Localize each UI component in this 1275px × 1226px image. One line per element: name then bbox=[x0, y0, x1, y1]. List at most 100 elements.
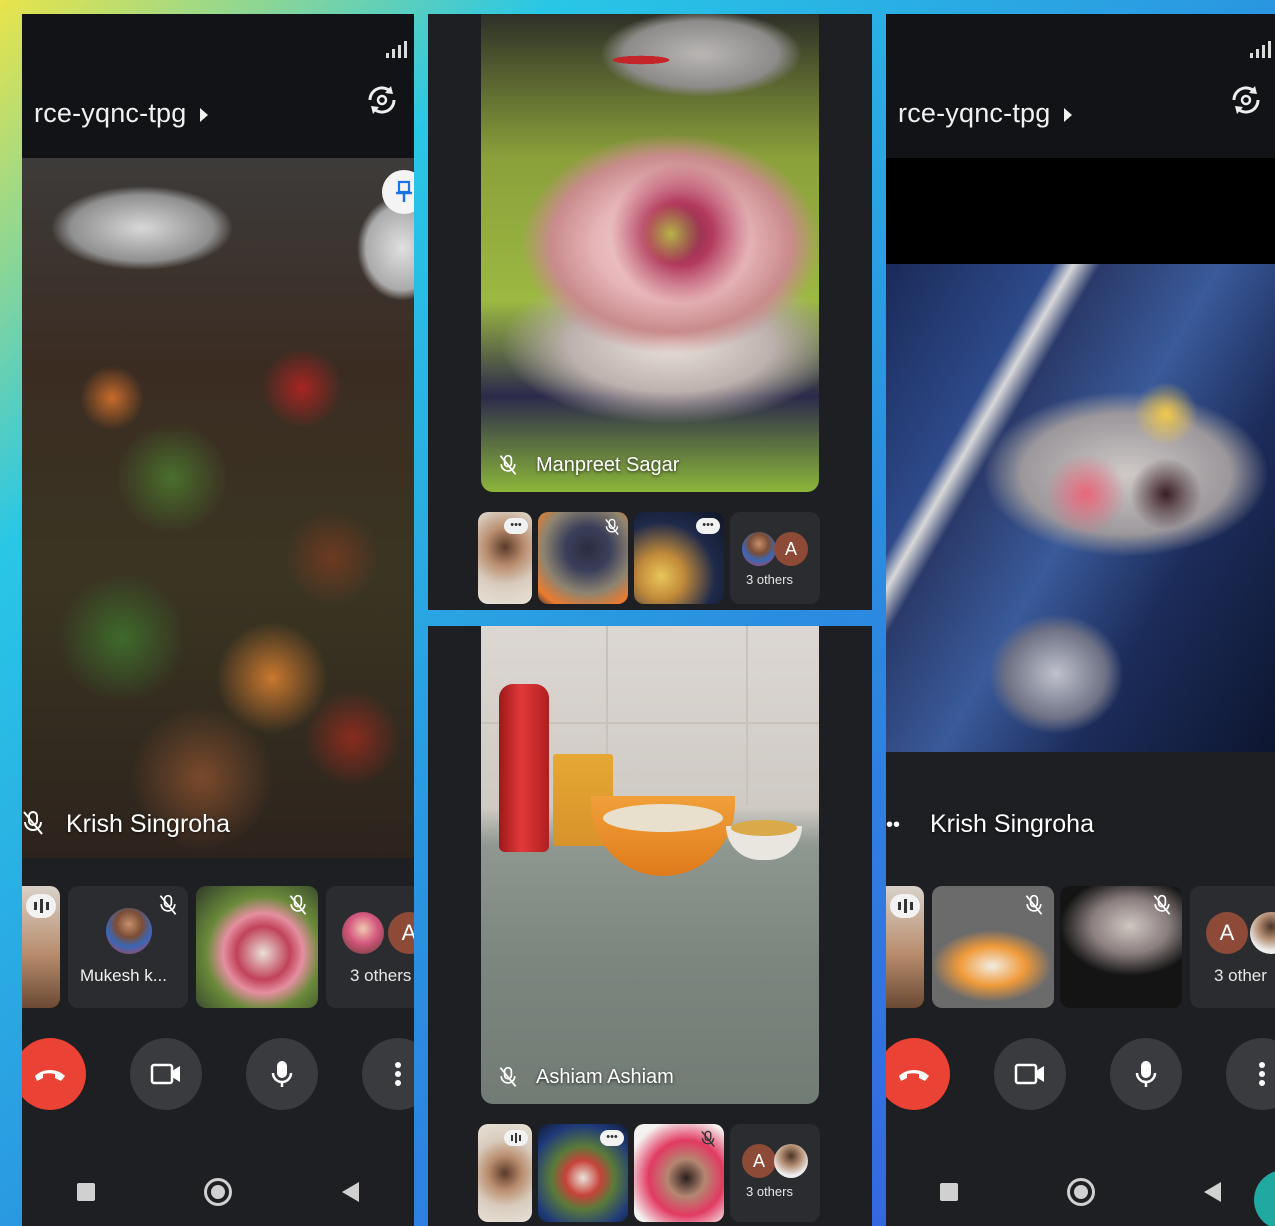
meeting-code-text: rce-yqnc-tpg bbox=[34, 98, 187, 128]
mic-off-icon bbox=[498, 1066, 518, 1093]
main-video-krish[interactable] bbox=[886, 264, 1275, 752]
others-tile[interactable]: A 3 others bbox=[326, 886, 414, 1008]
microphone-icon bbox=[1135, 1061, 1157, 1087]
mic-off-icon bbox=[700, 1130, 716, 1153]
microphone-button[interactable] bbox=[1110, 1038, 1182, 1110]
audio-level-icon bbox=[26, 894, 56, 918]
participant-name: Mukesh k... bbox=[80, 966, 167, 985]
participant-thumbnail[interactable] bbox=[22, 886, 60, 1008]
others-tile[interactable]: A 3 others bbox=[730, 512, 820, 604]
camera-button[interactable] bbox=[994, 1038, 1066, 1110]
left-top-bar: rce-yqnc-tpg bbox=[22, 14, 414, 172]
participant-thumbnail[interactable]: ••• bbox=[478, 512, 532, 604]
signal-icon bbox=[386, 40, 410, 58]
participant-thumbnail[interactable] bbox=[478, 1124, 532, 1222]
mic-off-icon bbox=[1024, 894, 1044, 921]
others-label: 3 other bbox=[1214, 966, 1267, 985]
more-dots-icon: ••• bbox=[600, 1130, 624, 1146]
meeting-code[interactable]: rce-yqnc-tpg bbox=[898, 98, 1073, 129]
microphone-button[interactable] bbox=[246, 1038, 318, 1110]
participant-thumbnail[interactable] bbox=[538, 512, 628, 604]
participant-thumbnail[interactable]: ••• bbox=[538, 1124, 628, 1222]
nav-home-icon[interactable] bbox=[1066, 1178, 1095, 1206]
others-tile[interactable]: A 3 others bbox=[730, 1124, 820, 1222]
system-nav-bar bbox=[22, 1152, 414, 1226]
mic-off-icon bbox=[1152, 894, 1172, 921]
avatar bbox=[742, 532, 776, 566]
speaker-name: Manpreet Sagar bbox=[536, 454, 680, 476]
more-options-button[interactable] bbox=[1226, 1038, 1275, 1110]
participant-thumbnail-mukesh[interactable]: Mukesh k... bbox=[68, 886, 188, 1008]
more-dots-icon: ••• bbox=[696, 518, 720, 534]
participant-thumbnail[interactable] bbox=[886, 886, 924, 1008]
others-label: 3 others bbox=[746, 572, 793, 587]
right-phone-screen: rce-yqnc-tpg •• Krish Singroha A 3 other bbox=[886, 14, 1275, 1226]
avatar-letter: A bbox=[742, 1144, 776, 1178]
audio-level-icon bbox=[504, 1130, 528, 1146]
bowl-contents bbox=[603, 804, 723, 832]
speaker-name: Krish Singroha bbox=[930, 810, 1094, 838]
speaker-name: Ashiam Ashiam bbox=[536, 1066, 674, 1088]
more-dots-icon: ••• bbox=[504, 518, 528, 534]
avatar bbox=[106, 908, 152, 954]
meeting-code[interactable]: rce-yqnc-tpg bbox=[34, 98, 209, 129]
system-nav-bar bbox=[886, 1152, 1275, 1226]
participant-thumbnail[interactable]: ••• bbox=[634, 512, 724, 604]
right-top-bar: rce-yqnc-tpg bbox=[886, 14, 1275, 172]
signal-icon bbox=[1250, 40, 1274, 58]
others-label: 3 others bbox=[746, 1184, 793, 1199]
nav-back-icon[interactable] bbox=[1203, 1182, 1221, 1202]
avatar-letter: A bbox=[1206, 912, 1248, 954]
camera-button[interactable] bbox=[130, 1038, 202, 1110]
main-video-manpreet[interactable] bbox=[481, 14, 819, 492]
switch-camera-icon[interactable] bbox=[362, 80, 402, 120]
mic-off-icon bbox=[288, 894, 308, 921]
left-phone-screen: rce-yqnc-tpg Krish Singroha Mukesh k... … bbox=[22, 14, 414, 1226]
main-video-ashiam[interactable] bbox=[481, 626, 819, 1104]
video-camera-icon bbox=[150, 1063, 180, 1085]
pin-icon[interactable] bbox=[382, 170, 414, 214]
nav-square-icon[interactable] bbox=[940, 1183, 959, 1201]
mic-off-icon bbox=[22, 810, 44, 841]
switch-camera-icon[interactable] bbox=[1226, 80, 1266, 120]
small-bowl-contents bbox=[731, 820, 797, 836]
participant-thumbnail[interactable] bbox=[634, 1124, 724, 1222]
main-video-krish[interactable] bbox=[22, 158, 414, 858]
microphone-icon bbox=[271, 1061, 293, 1087]
mic-off-icon bbox=[158, 894, 178, 921]
more-dots-icon: •• bbox=[886, 814, 901, 836]
video-letterbox bbox=[886, 158, 1275, 264]
video-camera-icon bbox=[1014, 1063, 1044, 1085]
speaker-name: Krish Singroha bbox=[66, 810, 230, 838]
play-arrow-icon bbox=[200, 107, 209, 122]
nav-back-icon[interactable] bbox=[342, 1182, 360, 1202]
participant-thumbnail[interactable] bbox=[1060, 886, 1182, 1008]
participant-thumbnail[interactable] bbox=[196, 886, 318, 1008]
more-vert-icon bbox=[395, 1062, 401, 1086]
mic-off-icon bbox=[498, 454, 518, 481]
avatar-letter: A bbox=[388, 912, 414, 954]
others-label: 3 others bbox=[350, 966, 412, 985]
others-tile[interactable]: A 3 other bbox=[1190, 886, 1275, 1008]
nav-square-icon[interactable] bbox=[76, 1183, 95, 1201]
nav-home-icon[interactable] bbox=[204, 1178, 233, 1206]
avatar bbox=[342, 912, 384, 954]
audio-level-icon bbox=[890, 894, 920, 918]
end-call-button[interactable] bbox=[22, 1038, 86, 1110]
mic-off-icon bbox=[604, 518, 620, 541]
middle-bottom-screen: Ashiam Ashiam ••• A 3 others bbox=[428, 626, 872, 1226]
grid-line bbox=[746, 626, 748, 806]
end-call-icon bbox=[35, 1070, 65, 1081]
meeting-code-text: rce-yqnc-tpg bbox=[898, 98, 1051, 128]
participant-thumbnail[interactable] bbox=[932, 886, 1054, 1008]
avatar bbox=[1250, 912, 1275, 954]
more-options-button[interactable] bbox=[362, 1038, 414, 1110]
avatar-letter: A bbox=[774, 532, 808, 566]
end-call-icon bbox=[899, 1070, 929, 1081]
more-vert-icon bbox=[1259, 1062, 1265, 1086]
end-call-button[interactable] bbox=[886, 1038, 950, 1110]
play-arrow-icon bbox=[1064, 107, 1073, 122]
avatar bbox=[774, 1144, 808, 1178]
sauce-bottle bbox=[499, 684, 549, 852]
middle-top-screen: Manpreet Sagar ••• ••• A 3 others bbox=[428, 14, 872, 610]
